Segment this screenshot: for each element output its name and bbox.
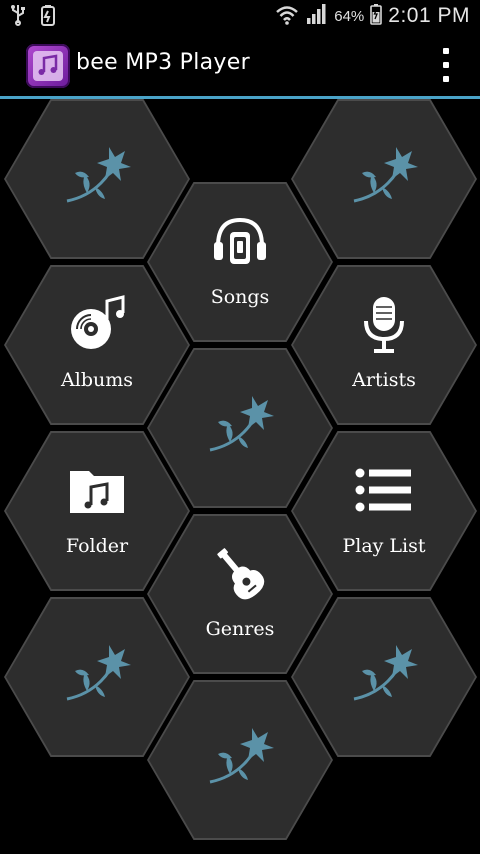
albums-label: Albums xyxy=(61,369,133,391)
battery-icon xyxy=(370,3,383,29)
overflow-menu-icon[interactable] xyxy=(438,48,454,82)
album-disc-icon xyxy=(71,295,125,349)
songs-tile[interactable]: Songs xyxy=(147,182,333,342)
usb-icon xyxy=(10,4,26,30)
genres-label: Genres xyxy=(205,618,275,640)
microphone-icon xyxy=(364,297,404,353)
status-bar: 64% 2:01 PM xyxy=(0,0,480,34)
flower-icon xyxy=(209,396,274,452)
songs-label: Songs xyxy=(210,286,270,308)
hex-tile-decorative xyxy=(291,597,477,757)
folder-label: Folder xyxy=(65,535,129,557)
hex-tile-decorative xyxy=(4,99,190,259)
flower-icon xyxy=(66,645,131,701)
hex-tile-decorative xyxy=(147,348,333,508)
playlist-label: Play List xyxy=(342,535,426,557)
app-logo-icon[interactable] xyxy=(26,44,70,88)
battery-saver-icon xyxy=(40,4,56,30)
hex-grid: Songs Albums Artists Folder Play List Ge… xyxy=(0,99,480,854)
flower-icon xyxy=(209,728,274,784)
guitar-icon xyxy=(217,548,265,600)
genres-tile[interactable]: Genres xyxy=(147,514,333,674)
artists-tile[interactable]: Artists xyxy=(291,265,477,425)
signal-icon xyxy=(306,3,328,29)
wifi-icon xyxy=(274,3,300,29)
flower-icon xyxy=(353,147,418,203)
flower-icon xyxy=(353,645,418,701)
albums-tile[interactable]: Albums xyxy=(4,265,190,425)
hex-tile-decorative xyxy=(4,597,190,757)
hex-tile-decorative xyxy=(291,99,477,259)
hex-tile-decorative xyxy=(147,680,333,840)
folder-music-icon xyxy=(70,471,124,513)
status-time: 2:01 PM xyxy=(388,4,470,27)
flower-icon xyxy=(66,147,131,203)
folder-tile[interactable]: Folder xyxy=(4,431,190,591)
battery-percent: 64% xyxy=(334,7,365,25)
playlist-tile[interactable]: Play List xyxy=(291,431,477,591)
action-bar: bee MP3 Player xyxy=(0,34,480,99)
app-title: bee MP3 Player xyxy=(76,50,250,75)
artists-label: Artists xyxy=(352,369,416,391)
headphones-icon xyxy=(214,217,266,264)
list-icon xyxy=(355,468,411,512)
